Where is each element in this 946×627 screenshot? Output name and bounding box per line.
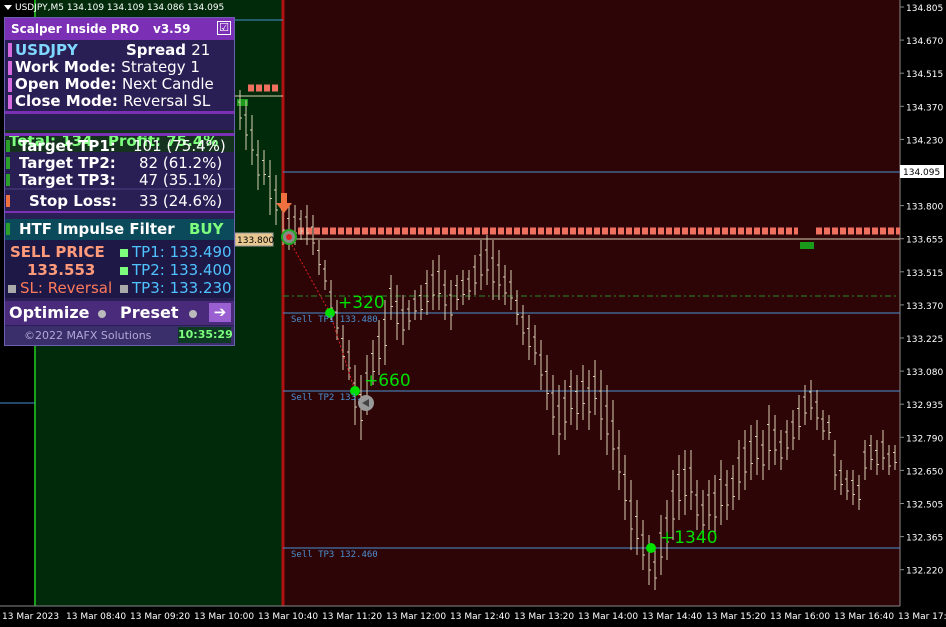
time-tick-label: 13 Mar 09:20 [130,612,190,622]
time-tick-label: 13 Mar 2023 [2,612,59,622]
tp2-price: TP2: 133.400 [120,261,232,279]
time-tick-label: 13 Mar 17:2 [898,612,946,622]
price-tick-label: 133.080 [906,368,943,378]
price-tick-label: 132.790 [906,434,943,444]
price-tick-label: 134.515 [906,70,943,80]
scalper-panel: Scalper Inside PRO v3.59 ☑ USDJPY Spread… [4,17,235,346]
time-tick-label: 13 Mar 14:00 [578,612,638,622]
htf-filter-row: HTF Impulse Filter BUY [5,219,234,240]
open-mode-row: Open Mode: Next Candle [15,75,214,93]
tp1-stat-label: Target TP1: [19,137,116,155]
chart-header-text: USDJPY,M5 134.109 134.109 134.086 134.09… [15,3,225,13]
tp3-line-label: Sell TP3 132.460 [291,550,378,560]
spread-row: Spread 21 [126,41,211,59]
tp2-stat-value: 82 (61.2%) [139,154,223,172]
time-tick-label: 13 Mar 13:20 [514,612,574,622]
price-tick-label: 134.670 [906,37,943,47]
price-tick-label: 134.230 [906,136,943,146]
copyright: ©2022 MAFX Solutions [24,329,152,342]
time-tick-label: 13 Mar 10:40 [258,612,318,622]
tp3-stat-label: Target TP3: [19,171,116,189]
optimize-status-dot-icon [98,310,106,318]
time-tick-label: 13 Mar 14:40 [642,612,702,622]
htf-value: BUY [189,220,224,238]
work-mode-row: Work Mode: Strategy 1 [15,58,200,76]
time-tick-label: 13 Mar 15:20 [706,612,766,622]
tp1-stat-value: 101 (75.4%) [133,137,226,155]
chart-symbol-header: USDJPY,M5 134.109 134.109 134.086 134.09… [4,3,224,13]
sell-price-value: 133.553 [27,261,96,279]
tp2-stat-label: Target TP2: [19,154,116,172]
preset-status-dot-icon [189,310,197,318]
current-price-tag: 134.095 [903,168,940,178]
sell-price-label: SELL PRICE [10,243,105,261]
arrow-right-icon[interactable]: ➔ [209,303,231,322]
clock: 10:35:29 [178,327,233,343]
price-tick-label: 133.800 [906,203,943,213]
stop-loss-label: Stop Loss: [29,192,117,210]
price-tick-label: 132.505 [906,501,943,511]
tp2-line-label: Sell TP2 133. [291,393,361,403]
time-tick-label: 13 Mar 16:40 [834,612,894,622]
stop-loss-value: 33 (24.6%) [139,192,223,210]
price-tick-label: 132.650 [906,467,943,477]
price-tick-label: 134.805 [906,4,943,14]
tp3-dot [646,543,656,553]
chevron-down-icon[interactable] [4,5,12,10]
panel-version: v3.59 [153,22,191,36]
price-tick-label: 132.935 [906,401,943,411]
profit-label-tp2: +660 [364,371,411,391]
entry-price-label: 133.800 [237,236,274,246]
price-tick-label: 132.220 [906,567,943,577]
panel-title: Scalper Inside PRO [11,22,140,36]
price-tick-label: 133.655 [906,236,943,246]
price-tick-label: 134.370 [906,103,943,113]
time-tick-label: 13 Mar 16:00 [770,612,830,622]
sl-mode: SL: Reversal [8,279,112,297]
htf-label: HTF Impulse Filter [19,220,175,238]
time-tick-label: 13 Mar 12:40 [450,612,510,622]
tp1-price: TP1: 133.490 [120,243,232,261]
panel-title-bar[interactable]: Scalper Inside PRO v3.59 ☑ [5,18,234,40]
sell-price-box: SELL PRICE 133.553 SL: Reversal TP1: 133… [5,240,234,298]
time-tick-label: 13 Mar 10:00 [194,612,254,622]
price-tick-label: 133.515 [906,269,943,279]
time-tick-label: 13 Mar 12:00 [386,612,446,622]
profit-label-tp3: +1340 [660,528,718,548]
close-mode-row: Close Mode: Reversal SL [15,92,211,110]
tp1-line-label: Sell TP1 133.480 [291,315,378,325]
panel-footer: ©2022 MAFX Solutions 10:35:29 [5,326,234,345]
symbol-label: USDJPY [15,41,78,59]
tp3-price: TP3: 133.230 [120,279,232,297]
time-tick-label: 13 Mar 11:20 [322,612,382,622]
profit-label-tp1: +320 [338,293,385,313]
button-row: Optimize Preset ➔ [5,301,234,325]
checkbox-icon[interactable]: ☑ [217,21,231,35]
price-tick-label: 133.225 [906,335,943,345]
price-tick-label: 132.365 [906,534,943,544]
preset-button[interactable]: Preset [120,303,179,322]
optimize-button[interactable]: Optimize [9,303,90,322]
price-tick-label: 133.370 [906,302,943,312]
tp3-stat-value: 47 (35.1%) [139,171,223,189]
time-tick-label: 13 Mar 08:40 [66,612,126,622]
